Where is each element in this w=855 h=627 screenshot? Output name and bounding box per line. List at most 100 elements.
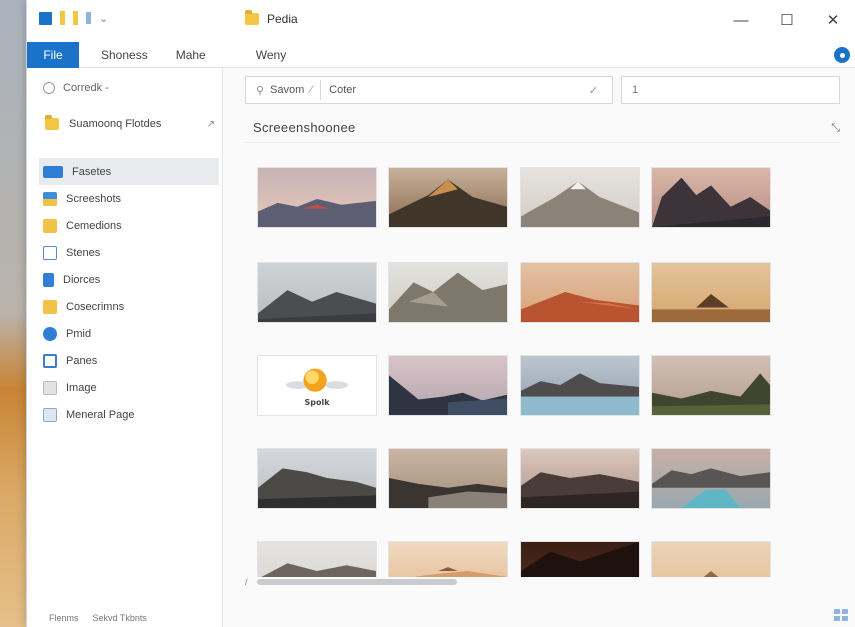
- sidebar-item-pictures[interactable]: Fasetes: [39, 158, 219, 185]
- desktop-icon: [43, 245, 57, 260]
- red-desert-image: [521, 263, 639, 322]
- expand-icon[interactable]: ⤡: [831, 122, 840, 135]
- river-valley-image: [389, 449, 507, 508]
- misty-hills-image: [521, 449, 639, 508]
- view-toggle-icon[interactable]: [834, 609, 848, 621]
- thumbnail-12[interactable]: [651, 355, 771, 416]
- address-value: Coter: [329, 84, 357, 96]
- pin-icon[interactable]: [86, 12, 91, 24]
- sidebar-item-network[interactable]: Pmid: [39, 320, 219, 347]
- sidebar-item-label: Panes: [66, 354, 98, 367]
- page-icon: [43, 407, 57, 422]
- tab-view[interactable]: Weny: [242, 42, 300, 68]
- search-input[interactable]: 1: [621, 76, 840, 104]
- recent-label: Corredk -: [63, 82, 109, 94]
- pinned-folder[interactable]: Suamoonq Flotdes ↗: [45, 115, 215, 130]
- help-icon[interactable]: [834, 47, 850, 63]
- sidebar-item-documents[interactable]: Cemedions: [39, 212, 219, 239]
- thumbnail-7[interactable]: [520, 262, 640, 323]
- tab-file[interactable]: File: [27, 41, 79, 68]
- documents-icon: [43, 218, 57, 233]
- misty-peak-image: [521, 168, 639, 227]
- clock-icon: [43, 82, 55, 94]
- thumbnail-20[interactable]: [651, 541, 771, 577]
- rocky-ridges-image: [389, 263, 507, 322]
- thumbnail-8[interactable]: [651, 262, 771, 323]
- desert-pyramid-image: [652, 263, 770, 322]
- sidebar-item-label: Fasetes: [72, 165, 112, 178]
- grey-hills-image: [258, 449, 376, 508]
- sidebar-item-label: Diorces: [63, 273, 101, 286]
- file-explorer-window: ⌄ Pedia — ☐ ✕ File Shoness Mahe Weny Cor…: [26, 0, 855, 627]
- customize-toolbar-icon[interactable]: ⌄: [99, 12, 108, 25]
- sand-dune-image: [652, 542, 770, 577]
- window-title: Pedia: [267, 12, 298, 26]
- edit-icon[interactable]: ⁄: [310, 84, 312, 96]
- status-bar: Flenms Sekvd Tkbnts: [49, 613, 147, 623]
- chevron-down-icon[interactable]: ✓: [589, 84, 598, 97]
- maximize-button[interactable]: ☐: [764, 0, 810, 40]
- dark-crags-image: [652, 168, 770, 227]
- thumbnail-19[interactable]: [520, 541, 640, 577]
- downloads-icon: [43, 191, 57, 206]
- gallery-icon: [43, 353, 57, 368]
- scroll-left-icon[interactable]: /: [245, 577, 248, 587]
- drive-icon: [43, 272, 54, 287]
- thumbnail-17[interactable]: [257, 541, 377, 577]
- thumbnail-1[interactable]: [257, 167, 377, 228]
- close-button[interactable]: ✕: [810, 0, 855, 40]
- thumbnail-18[interactable]: [388, 541, 508, 577]
- thumbnail-10[interactable]: [388, 355, 508, 416]
- valley-dusk-image: [389, 356, 507, 415]
- peach-horizon-image: [389, 542, 507, 577]
- sidebar-item-label: Screeshots: [66, 192, 122, 205]
- search-icon: ⚲: [256, 84, 265, 97]
- sidebar-item-label: Cemedions: [66, 219, 122, 232]
- dark-cliff-image: [521, 542, 639, 577]
- thumbnail-4[interactable]: [651, 167, 771, 228]
- pin-icon[interactable]: ↗: [207, 119, 215, 130]
- thumbnail-11[interactable]: [520, 355, 640, 416]
- tab-share[interactable]: Shoness: [79, 42, 162, 68]
- sidebar-item-desktop[interactable]: Stenes: [39, 239, 219, 266]
- pinned-folder-label: Suamoonq Flotdes: [69, 118, 162, 130]
- app-icon[interactable]: [39, 11, 52, 25]
- status-selected: Sekvd Tkbnts: [92, 613, 147, 623]
- content-pane: ⚲ Savom ⁄ Coter ✓ 1 Screeenshoonee ⤡ Spo…: [223, 68, 855, 627]
- sidebar-item-drive[interactable]: Diorces: [39, 266, 219, 293]
- sidebar-item-page[interactable]: Meneral Page: [39, 401, 219, 428]
- address-row: ⚲ Savom ⁄ Coter ✓ 1: [245, 76, 840, 106]
- thumbnail-5[interactable]: [257, 262, 377, 323]
- sidebar-item-screenshots[interactable]: Screeshots: [39, 185, 219, 212]
- thumbnail-3[interactable]: [520, 167, 640, 228]
- lake-mountains-image: [521, 356, 639, 415]
- address-bar[interactable]: ⚲ Savom ⁄ Coter ✓: [245, 76, 613, 104]
- thumbnail-grid: Spolk: [257, 167, 777, 577]
- thumbnail-13[interactable]: [257, 448, 377, 509]
- thumbnail-14[interactable]: [388, 448, 508, 509]
- thumbnail-6[interactable]: [388, 262, 508, 323]
- tab-home[interactable]: Mahe: [162, 42, 220, 68]
- recent-locations[interactable]: Corredk -: [43, 82, 109, 94]
- new-folder-icon[interactable]: [73, 11, 78, 25]
- minimize-button[interactable]: —: [718, 0, 764, 40]
- pictures-icon: [43, 165, 63, 178]
- thumbnail-15[interactable]: [520, 448, 640, 509]
- thumbnail-9[interactable]: Spolk: [257, 355, 377, 416]
- sidebar-item-image[interactable]: Image: [39, 374, 219, 401]
- properties-icon[interactable]: [60, 11, 65, 25]
- divider: [245, 142, 840, 143]
- thumbnail-2[interactable]: [388, 167, 508, 228]
- sidebar-item-folder[interactable]: Cosecrimns: [39, 293, 219, 320]
- sidebar-item-gallery[interactable]: Panes: [39, 347, 219, 374]
- status-item-count: Flenms: [49, 613, 79, 623]
- sidebar-item-label: Stenes: [66, 246, 101, 259]
- globe-icon: [43, 326, 57, 341]
- thumbnail-16[interactable]: [651, 448, 771, 509]
- sidebar-item-label: Image: [66, 381, 97, 394]
- sidebar-item-label: Cosecrimns: [66, 300, 125, 313]
- horizontal-scrollbar[interactable]: [257, 579, 457, 585]
- river-mountains-image: [652, 449, 770, 508]
- sidebar-item-label: Meneral Page: [66, 408, 135, 421]
- title-bar: ⌄ Pedia — ☐ ✕: [27, 0, 855, 42]
